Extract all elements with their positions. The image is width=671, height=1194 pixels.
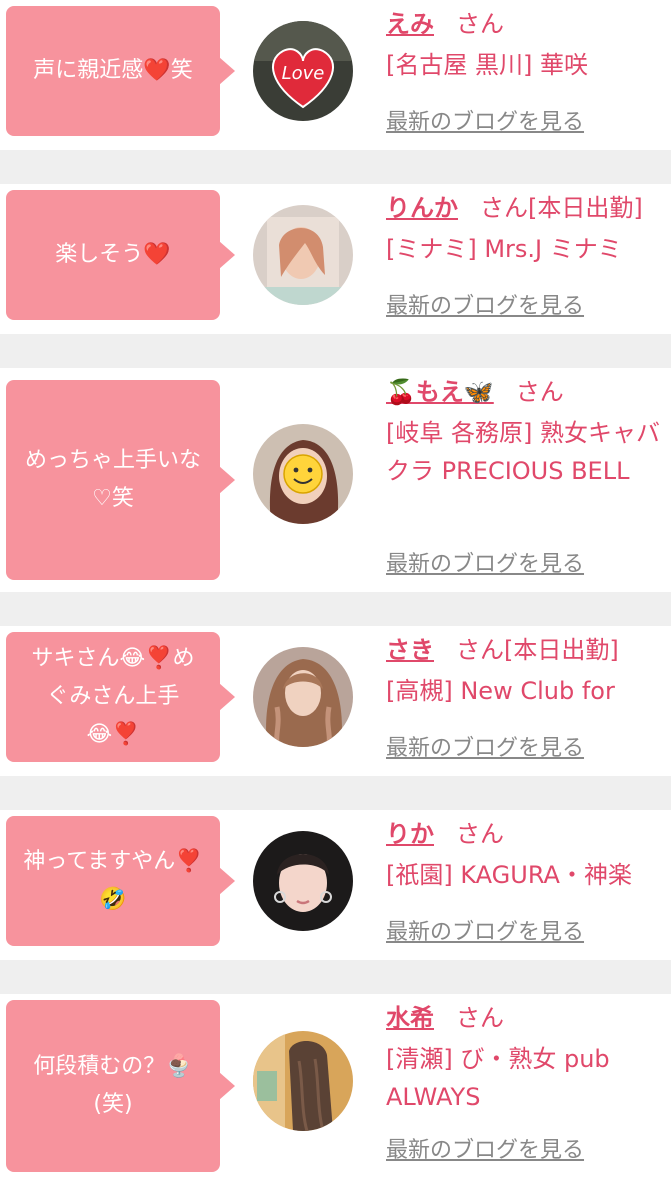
cast-info: りか さん [祇園] KAGURA・神楽 最新のブログを見る [386, 810, 665, 945]
shop-label: [岐阜 各務原] 熟女キャバクラ PRECIOUS BELL [386, 419, 660, 485]
list-item: 何段積むの？🍨 (笑) 水希 さん [清瀬] び・熟女 pub ALWAYS 最新… [0, 994, 671, 1178]
list-item: 神ってますやん❣️ 🤣 りか さん [祇園] KAGURA・神楽 最新のブログを見… [0, 810, 671, 994]
avatar[interactable] [253, 205, 353, 305]
honorific: さん[本日出勤] [456, 636, 619, 664]
avatar[interactable] [253, 647, 353, 747]
cast-name-link[interactable]: えみ [386, 10, 434, 38]
svg-text:Love: Love [282, 63, 325, 84]
comment-bubble: 神ってますやん❣️ 🤣 [6, 816, 235, 946]
cast-name-link[interactable]: さき [386, 636, 434, 664]
cast-info: えみ さん [名古屋 黒川] 華咲 最新のブログを見る [386, 0, 665, 135]
list-item: 楽しそう❤️ りんか さん[本日出勤] [ミナミ] Mrs.J ミナミ 最新のブロ… [0, 184, 671, 368]
comment-bubble: サキさん😂❣️め ぐみさん上手 😂❣️ [6, 632, 235, 762]
cast-name-link[interactable]: 🍒もえ🦋 [386, 378, 494, 406]
cast-info: 水希 さん [清瀬] び・熟女 pub ALWAYS 最新のブログを見る [386, 994, 665, 1163]
comment-bubble: めっちゃ上手いな ♡笑 [6, 380, 235, 580]
shop-label: [ミナミ] Mrs.J ミナミ [386, 235, 622, 263]
cast-name-link[interactable]: 水希 [386, 1004, 434, 1032]
cast-name-link[interactable]: りか [386, 820, 434, 848]
latest-blog-link[interactable]: 最新のブログを見る [386, 104, 584, 136]
comment-bubble: 声に親近感❤️笑 [6, 6, 235, 136]
avatar[interactable] [253, 1031, 353, 1131]
honorific: さん [515, 378, 564, 406]
latest-blog-link[interactable]: 最新のブログを見る [386, 730, 584, 762]
shop-label: [高槻] New Club for [386, 677, 615, 705]
list-item: めっちゃ上手いな ♡笑 🍒もえ🦋 さん [岐阜 各務原] 熟女キャバクラ PREC… [0, 368, 671, 626]
cast-info: りんか さん[本日出勤] [ミナミ] Mrs.J ミナミ 最新のブログを見る [386, 184, 665, 319]
shop-label: [祇園] KAGURA・神楽 [386, 861, 632, 889]
comment-list: 声に親近感❤️笑 Love えみ さん [名古屋 黒川] 華咲 最新のブログを見る… [0, 0, 671, 1178]
comment-bubble: 何段積むの？🍨 (笑) [6, 1000, 235, 1172]
latest-blog-link[interactable]: 最新のブログを見る [386, 546, 584, 578]
list-item: サキさん😂❣️め ぐみさん上手 😂❣️ さき さん[本日出勤] [高槻] New … [0, 626, 671, 810]
shop-label: [清瀬] び・熟女 pub ALWAYS [386, 1045, 610, 1111]
avatar[interactable] [253, 831, 353, 931]
honorific: さん[本日出勤] [480, 194, 643, 222]
cast-name-link[interactable]: りんか [386, 194, 458, 222]
comment-bubble: 楽しそう❤️ [6, 190, 235, 320]
cast-info: さき さん[本日出勤] [高槻] New Club for 最新のブログを見る [386, 626, 665, 761]
shop-label: [名古屋 黒川] 華咲 [386, 51, 588, 79]
list-item: 声に親近感❤️笑 Love えみ さん [名古屋 黒川] 華咲 最新のブログを見る [0, 0, 671, 184]
honorific: さん [456, 820, 504, 848]
latest-blog-link[interactable]: 最新のブログを見る [386, 1132, 584, 1164]
avatar[interactable] [253, 424, 353, 524]
avatar[interactable]: Love [253, 21, 353, 121]
cast-info: 🍒もえ🦋 さん [岐阜 各務原] 熟女キャバクラ PRECIOUS BELL 最新… [386, 368, 665, 577]
honorific: さん [456, 1004, 504, 1032]
honorific: さん [456, 10, 504, 38]
latest-blog-link[interactable]: 最新のブログを見る [386, 914, 584, 946]
latest-blog-link[interactable]: 最新のブログを見る [386, 288, 584, 320]
